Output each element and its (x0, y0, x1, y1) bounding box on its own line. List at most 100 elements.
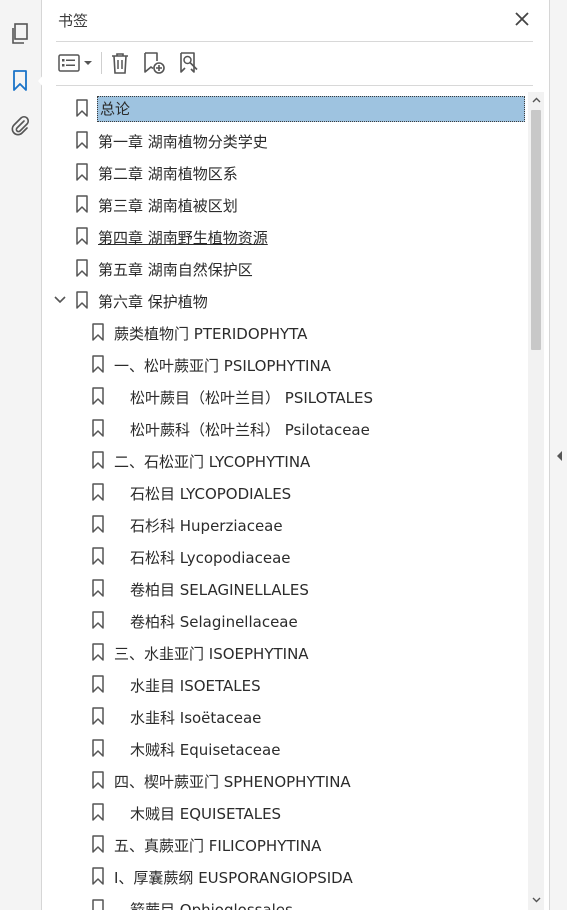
bookmark-icon (92, 451, 104, 469)
bookmark-label: 第三章 湖南植被区划 (98, 197, 238, 215)
bookmark-label: 石杉科 Huperziaceae (130, 517, 283, 535)
scrollbar-thumb[interactable] (531, 110, 541, 350)
scroll-down-button[interactable] (528, 892, 544, 908)
close-button[interactable] (512, 9, 532, 29)
bookmark-row[interactable]: 水韭科 Isoëtaceae (42, 700, 528, 732)
vertical-scrollbar[interactable] (528, 92, 544, 910)
bookmark-label: 石松目 LYCOPODIALES (130, 485, 292, 503)
find-bookmark-icon (180, 52, 198, 73)
bookmark-icon (92, 611, 104, 629)
bookmark-label: 第四章 湖南野生植物资源 (98, 229, 268, 247)
bookmark-label: 石松科 Lycopodiaceae (130, 549, 291, 567)
bookmark-row[interactable]: 石松目 LYCOPODIALES (42, 476, 528, 508)
bookmark-row[interactable]: 石杉科 Huperziaceae (42, 508, 528, 540)
bookmark-icon (92, 547, 104, 565)
bookmark-icon (92, 899, 104, 910)
bookmark-label: 松叶蕨科（松叶兰科） Psilotaceae (130, 421, 370, 439)
bookmark-row[interactable]: 木贼科 Equisetaceae (42, 732, 528, 764)
close-icon (515, 12, 529, 26)
bookmark-icon (76, 195, 88, 213)
bookmark-icon (92, 707, 104, 725)
bookmark-row[interactable]: 第五章 湖南自然保护区 (42, 252, 528, 284)
new-bookmark-button[interactable] (140, 49, 168, 77)
bookmarks-toolbar (42, 46, 548, 82)
attachments-button[interactable] (8, 114, 32, 138)
expand-chevron-icon[interactable] (53, 293, 67, 307)
bookmark-icon (76, 227, 88, 245)
bookmark-row[interactable]: 卷柏科 Selaginellaceae (42, 604, 528, 636)
header-divider (56, 41, 533, 42)
bookmark-label: 卷柏目 SELAGINELLALES (130, 581, 309, 599)
bookmark-icon (92, 323, 104, 341)
options-menu-button[interactable] (56, 49, 94, 77)
bookmark-row[interactable]: 木贼目 EQUISETALES (42, 796, 528, 828)
chevron-down-icon (83, 61, 92, 65)
panel-title: 书签 (58, 12, 89, 30)
list-options-icon (57, 54, 80, 72)
pages-icon (12, 23, 28, 44)
trash-icon (112, 53, 128, 74)
bookmark-row[interactable]: 水韭目 ISOETALES (42, 668, 528, 700)
bookmark-icon (92, 771, 104, 789)
bookmark-icon (92, 675, 104, 693)
bookmark-row[interactable]: 松叶蕨目（松叶兰目） PSILOTALES (42, 380, 528, 412)
bookmark-icon (92, 355, 104, 373)
bookmark-row[interactable]: 第六章 保护植物 (42, 284, 528, 316)
pages-button[interactable] (8, 22, 32, 46)
find-bookmark-button[interactable] (176, 49, 204, 77)
bookmark-icon (13, 70, 27, 91)
bookmark-icon (92, 483, 104, 501)
bookmark-icon (76, 131, 88, 149)
bookmark-row[interactable]: 二、石松亚门 LYCOPHYTINA (42, 444, 528, 476)
attachment-icon (11, 115, 30, 136)
bookmark-row[interactable]: 松叶蕨科（松叶兰科） Psilotaceae (42, 412, 528, 444)
bookmark-row[interactable]: 一、松叶蕨亚门 PSILOPHYTINA (42, 348, 528, 380)
bookmark-icon (92, 643, 104, 661)
panel-header: 书签 (42, 0, 548, 40)
bookmark-row[interactable]: 四、楔叶蕨亚门 SPHENOPHYTINA (42, 764, 528, 796)
bookmark-row[interactable]: 五、真蕨亚门 FILICOPHYTINA (42, 828, 528, 860)
bookmark-label: 第二章 湖南植物区系 (98, 165, 238, 183)
bookmark-row[interactable]: 第二章 湖南植物区系 (42, 156, 528, 188)
bookmark-label: 箭蕨目 Ophioglossales (130, 901, 293, 910)
bookmark-icon (76, 259, 88, 277)
chevron-up-icon (532, 97, 540, 103)
bookmark-row[interactable]: 第四章 湖南野生植物资源 (42, 220, 528, 252)
bookmark-label: 总论 (97, 96, 525, 122)
bookmark-icon (92, 835, 104, 853)
bookmark-row[interactable]: 总论 (42, 92, 528, 124)
bookmark-row[interactable]: 石松科 Lycopodiaceae (42, 540, 528, 572)
toolbar-separator (101, 52, 102, 74)
bookmark-icon (92, 419, 104, 437)
bookmark-icon (92, 387, 104, 405)
collapse-panel-icon[interactable] (554, 449, 564, 463)
bookmark-row[interactable]: 三、水韭亚门 ISOEPHYTINA (42, 636, 528, 668)
bookmark-icon (76, 291, 88, 309)
new-bookmark-icon (144, 52, 165, 74)
bookmark-icon (76, 99, 88, 117)
bookmark-label: 水韭科 Isoëtaceae (130, 709, 262, 727)
bookmark-row[interactable]: I、厚囊蕨纲 EUSPORANGIOPSIDA (42, 860, 528, 892)
delete-bookmark-button[interactable] (106, 49, 134, 77)
bookmarks-panel: 书签 总论 第一章 湖南植物分类学史 第二章 湖南植物区系 第三章 湖南植被区划… (42, 0, 548, 910)
bookmark-label: 第五章 湖南自然保护区 (98, 261, 253, 279)
bookmark-label: 二、石松亚门 LYCOPHYTINA (114, 453, 311, 471)
bookmark-row[interactable]: 卷柏目 SELAGINELLALES (42, 572, 528, 604)
bookmark-icon (76, 163, 88, 181)
bookmark-row[interactable]: 第三章 湖南植被区划 (42, 188, 528, 220)
bookmark-icon (92, 739, 104, 757)
toolbar-divider (56, 85, 533, 86)
bookmark-label: 松叶蕨目（松叶兰目） PSILOTALES (130, 389, 374, 407)
bookmark-row[interactable]: 箭蕨目 Ophioglossales (42, 892, 528, 910)
bookmark-icon (92, 579, 104, 597)
bookmark-row[interactable]: 蕨类植物门 PTERIDOPHYTA (42, 316, 528, 348)
bookmark-label: 卷柏科 Selaginellaceae (130, 613, 298, 631)
bookmark-icon (92, 803, 104, 821)
bookmark-icon (92, 515, 104, 533)
bookmark-row[interactable]: 第一章 湖南植物分类学史 (42, 124, 528, 156)
left-navigation-rail (0, 0, 45, 910)
scroll-up-button[interactable] (528, 92, 544, 108)
bookmarks-button[interactable] (8, 69, 45, 93)
bookmark-label: 水韭目 ISOETALES (130, 677, 261, 695)
bookmark-label: 四、楔叶蕨亚门 SPHENOPHYTINA (114, 773, 351, 791)
